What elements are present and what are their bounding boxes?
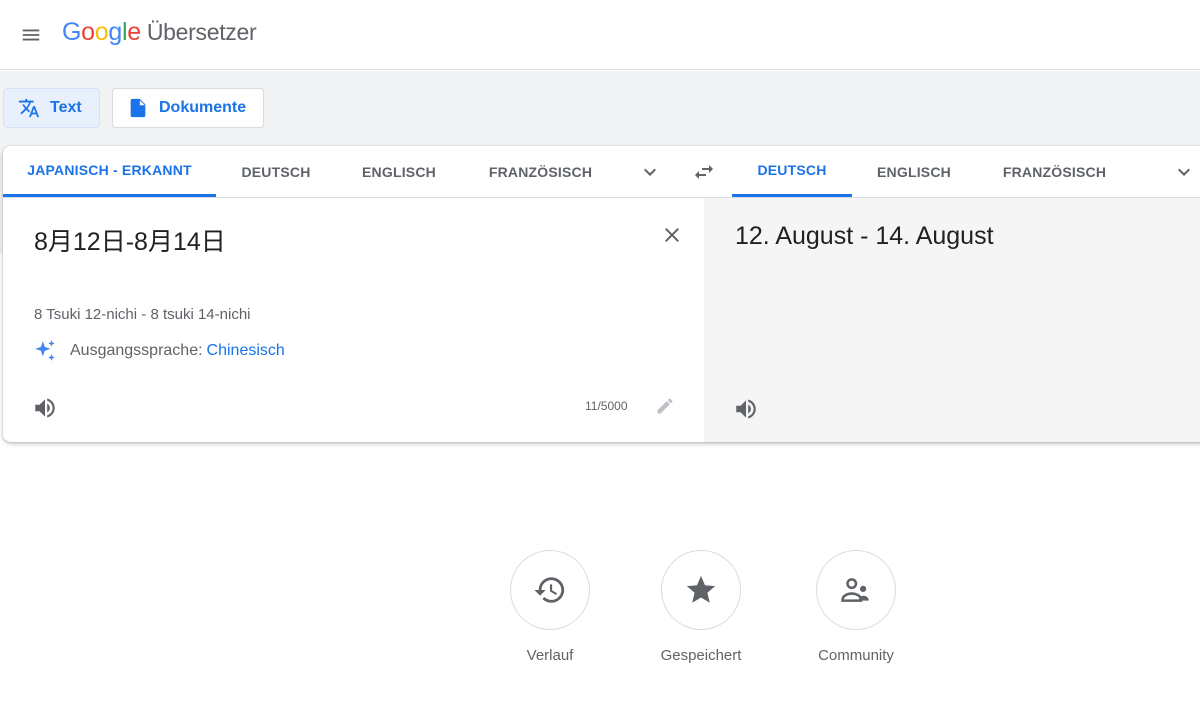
documents-mode-label: Dokumente <box>159 99 247 116</box>
tab-target-french[interactable]: FRANZÖSISCH <box>976 146 1133 197</box>
detected-language-row: Ausgangssprache: Chinesisch <box>32 338 285 364</box>
menu-icon[interactable] <box>20 24 42 46</box>
community-label: Community <box>818 647 894 664</box>
app-header: Google Übersetzer <box>0 0 1200 70</box>
history-button[interactable] <box>510 550 590 630</box>
translation-output: 12. August - 14. August <box>735 222 994 250</box>
edit-icon[interactable] <box>655 396 675 416</box>
tab-source-english[interactable]: ENGLISCH <box>336 146 462 197</box>
tab-target-german[interactable]: DEUTSCH <box>732 146 852 197</box>
star-icon <box>686 575 716 603</box>
google-translate-logo[interactable]: Google Übersetzer <box>62 18 257 47</box>
tab-source-french[interactable]: FRANZÖSISCH <box>462 146 619 197</box>
documents-mode-button[interactable]: Dokumente <box>112 88 264 128</box>
tab-source-japanese-detected[interactable]: JAPANISCH - ERKANNT <box>3 146 216 197</box>
translation-card: JAPANISCH - ERKANNT DEUTSCH ENGLISCH FRA… <box>3 146 1200 442</box>
document-icon <box>130 98 146 118</box>
transliteration: 8 Tsuki 12-nichi - 8 tsuki 14-nichi <box>34 306 251 323</box>
product-name: Übersetzer <box>146 19 257 45</box>
character-count: 11/5000 <box>585 399 628 413</box>
text-mode-button[interactable]: Text <box>3 88 100 128</box>
community-action: Community <box>813 550 899 664</box>
translate-icon <box>18 98 40 118</box>
source-more-languages-icon[interactable] <box>638 160 662 184</box>
saved-button[interactable] <box>661 550 741 630</box>
detected-language-link[interactable]: Chinesisch <box>207 342 285 360</box>
language-bar: JAPANISCH - ERKANNT DEUTSCH ENGLISCH FRA… <box>3 146 1200 198</box>
text-mode-label: Text <box>50 99 82 116</box>
community-icon <box>841 578 869 602</box>
clear-icon[interactable] <box>660 223 684 247</box>
history-label: Verlauf <box>526 647 574 664</box>
target-more-languages-icon[interactable] <box>1172 160 1196 184</box>
target-speaker-icon[interactable] <box>733 396 759 422</box>
saved-label: Gespeichert <box>660 647 742 664</box>
swap-languages-icon[interactable] <box>692 160 716 184</box>
saved-action: Gespeichert <box>656 550 746 664</box>
tab-target-english[interactable]: ENGLISCH <box>852 146 976 197</box>
detected-language-prefix: Ausgangssprache: <box>70 342 203 359</box>
tab-source-german[interactable]: DEUTSCH <box>216 146 336 197</box>
source-text-input[interactable]: 8月12日-8月14日 <box>34 222 226 258</box>
sparkle-icon <box>35 340 55 361</box>
history-action: Verlauf <box>510 550 590 664</box>
source-speaker-icon[interactable] <box>32 395 58 421</box>
history-icon <box>534 577 565 603</box>
community-button[interactable] <box>816 550 896 630</box>
